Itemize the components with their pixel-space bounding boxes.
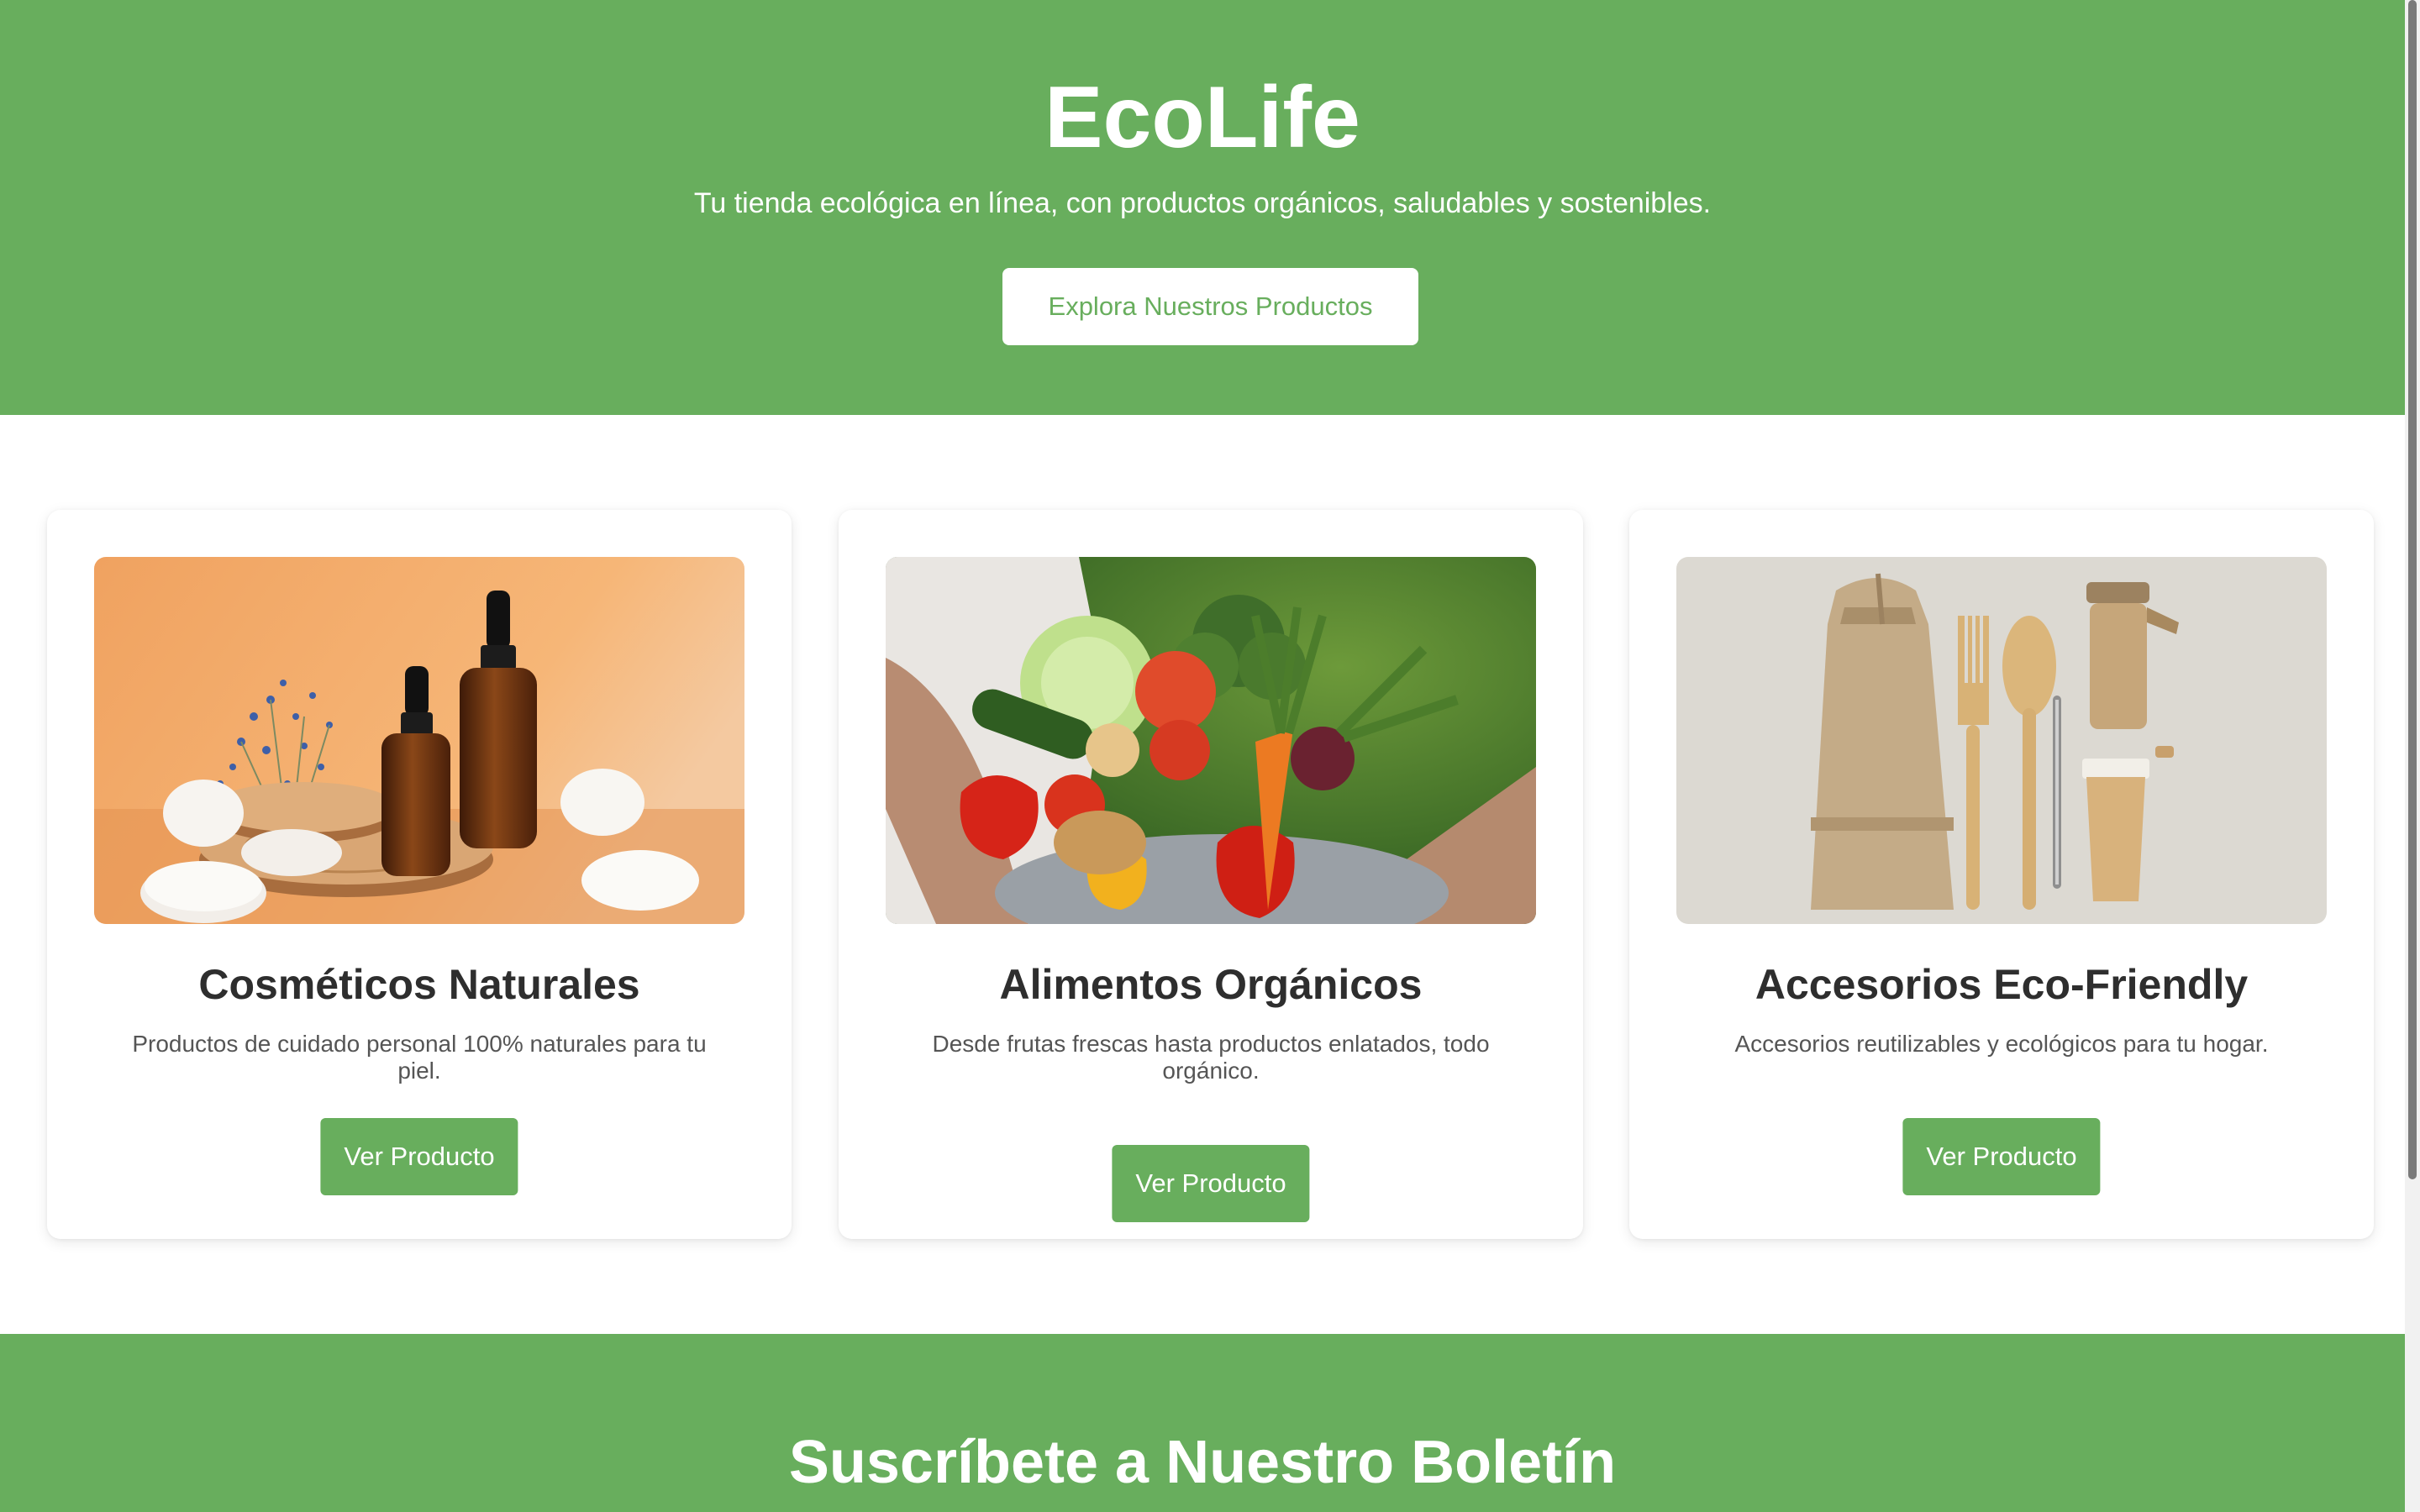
product-card-eco-accessories: Accesorios Eco-Friendly Accesorios reuti… [1629, 510, 2374, 1239]
newsletter-section: Suscríbete a Nuestro Boletín [0, 1334, 2405, 1512]
newsletter-title: Suscríbete a Nuestro Boletín [788, 1429, 1617, 1496]
view-product-button[interactable]: Ver Producto [1112, 1145, 1310, 1222]
card-title: Accesorios Eco-Friendly [1754, 961, 2249, 1008]
product-card-organic-food: Alimentos Orgánicos Desde frutas frescas… [839, 510, 1583, 1239]
organic-vegetables-image [886, 557, 1536, 924]
explore-products-button[interactable]: Explora Nuestros Productos [1002, 268, 1418, 345]
product-card-cosmetics: Cosméticos Naturales Productos de cuidad… [47, 510, 792, 1239]
site-title: EcoLife [1044, 69, 1360, 166]
card-title: Alimentos Orgánicos [999, 961, 1423, 1008]
card-description: Accesorios reutilizables y ecológicos pa… [1734, 1031, 2269, 1057]
card-description: Desde frutas frescas hasta productos enl… [932, 1031, 1490, 1084]
products-section: Cosméticos Naturales Productos de cuidad… [0, 415, 2405, 1334]
hero-section: EcoLife Tu tienda ecológica en línea, co… [0, 0, 2405, 415]
view-product-button[interactable]: Ver Producto [1902, 1118, 2101, 1195]
hero-subtitle: Tu tienda ecológica en línea, con produc… [693, 187, 1712, 219]
natural-cosmetics-image [94, 557, 744, 924]
card-title: Cosméticos Naturales [198, 961, 640, 1008]
eco-accessories-image [1676, 557, 2327, 924]
view-product-button[interactable]: Ver Producto [320, 1118, 518, 1195]
vertical-scrollbar[interactable] [2405, 0, 2420, 1512]
card-description: Productos de cuidado personal 100% natur… [132, 1031, 707, 1084]
scrollbar-thumb[interactable] [2408, 0, 2417, 1179]
page: EcoLife Tu tienda ecológica en línea, co… [0, 0, 2405, 1512]
